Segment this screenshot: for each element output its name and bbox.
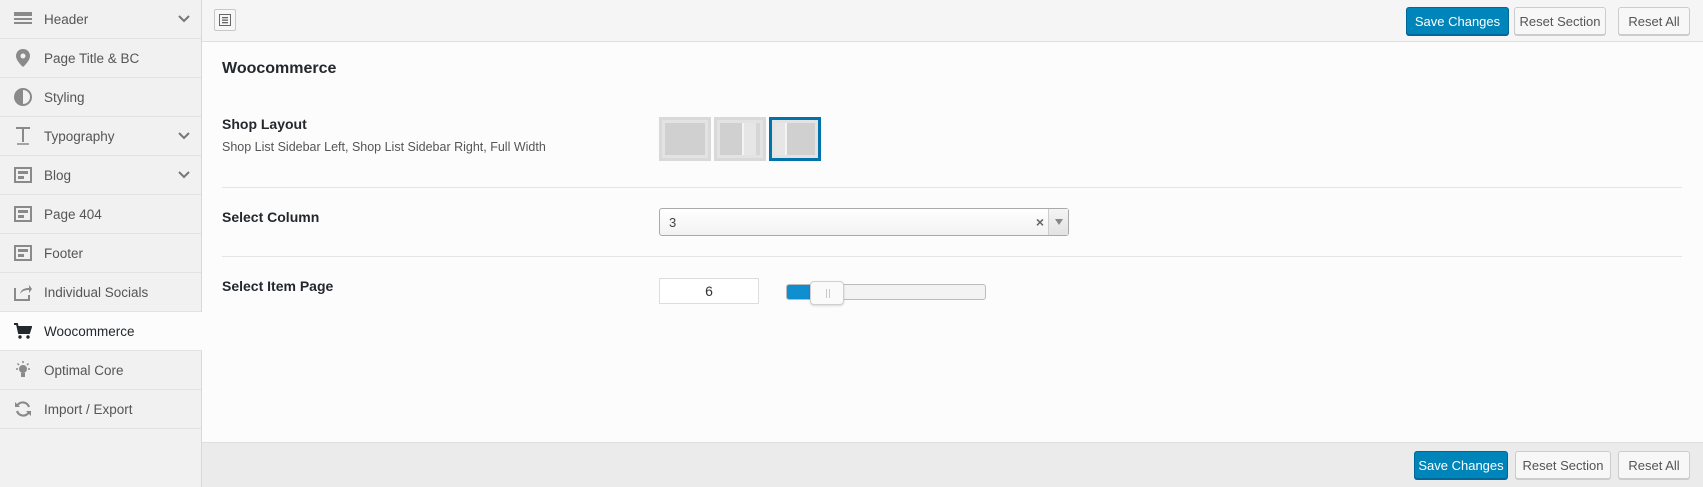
save-changes-button[interactable]: Save Changes	[1406, 7, 1509, 35]
reset-section-button[interactable]: Reset Section	[1514, 7, 1606, 35]
sidebar-item-import-export[interactable]: Import / Export	[0, 390, 201, 429]
location-pin-icon	[14, 49, 32, 67]
top-toolbar: Save Changes Reset Section Reset All	[202, 0, 1703, 42]
sidebar-item-individual-socials[interactable]: Individual Socials	[0, 273, 201, 312]
select-column-dropdown[interactable]: 3 ×	[659, 208, 1069, 236]
reset-section-button-bottom[interactable]: Reset Section	[1515, 451, 1611, 479]
expand-options-button[interactable]	[214, 9, 236, 31]
divider	[222, 187, 1682, 188]
save-changes-button-bottom[interactable]: Save Changes	[1414, 451, 1508, 479]
layout-icon	[14, 205, 32, 223]
sidebar-item-label: Woocommerce	[44, 323, 135, 339]
item-page-number-input[interactable]	[659, 278, 759, 304]
refresh-icon	[14, 400, 32, 418]
chevron-down-icon	[178, 132, 190, 140]
layout-icon	[14, 244, 32, 262]
dropdown-arrow-icon[interactable]	[1048, 209, 1068, 235]
sidebar-item-label: Footer	[44, 245, 84, 261]
sidebar-item-label: Page Title & BC	[44, 50, 140, 66]
sidebar-item-label: Import / Export	[44, 401, 133, 417]
lightbulb-icon	[14, 361, 32, 379]
sidebar-item-blog[interactable]: Blog	[0, 156, 201, 195]
sidebar-item-footer[interactable]: Footer	[0, 234, 201, 273]
sidebar-item-typography[interactable]: Typography	[0, 117, 201, 156]
slider-handle[interactable]	[809, 281, 844, 305]
text-t-icon	[14, 127, 32, 145]
chevron-down-icon	[178, 171, 190, 179]
sidebar-item-label: Typography	[44, 128, 115, 144]
layout-option-sidebar-right[interactable]	[714, 117, 766, 161]
sidebar-item-label: Styling	[44, 89, 85, 105]
select-column-value: 3	[669, 215, 677, 230]
shop-layout-description: Shop List Sidebar Left, Shop List Sideba…	[222, 140, 546, 154]
sidebar-item-woocommerce[interactable]: Woocommerce	[0, 312, 202, 351]
select-item-page-label: Select Item Page	[222, 278, 334, 294]
layout-option-full-width[interactable]	[769, 117, 821, 161]
sidebar-item-label: Blog	[44, 167, 72, 183]
select-column-label: Select Column	[222, 209, 320, 225]
settings-panel: Woocommerce Shop Layout Shop List Sideba…	[202, 42, 1703, 442]
sidebar-item-page-title[interactable]: Page Title & BC	[0, 39, 201, 78]
cart-icon	[14, 322, 32, 340]
sidebar-item-label: Optimal Core	[44, 362, 124, 378]
sidebar-item-header[interactable]: Header	[0, 0, 201, 39]
shop-layout-label: Shop Layout	[222, 116, 307, 132]
clear-icon[interactable]: ×	[1036, 214, 1044, 230]
bottom-toolbar: Save Changes Reset Section Reset All	[202, 442, 1703, 487]
chevron-down-icon	[178, 15, 190, 23]
panel-icon	[219, 14, 231, 26]
contrast-icon	[14, 88, 32, 106]
section-title: Woocommerce	[222, 60, 337, 77]
share-icon	[14, 283, 32, 301]
sidebar-item-label: Header	[44, 11, 89, 27]
sidebar-item-optimal-core[interactable]: Optimal Core	[0, 351, 201, 390]
sidebar-item-styling[interactable]: Styling	[0, 78, 201, 117]
sidebar-item-page-404[interactable]: Page 404	[0, 195, 201, 234]
layout-icon	[14, 166, 32, 184]
reset-all-button[interactable]: Reset All	[1618, 7, 1690, 35]
header-icon	[14, 10, 32, 28]
sidebar-item-label: Page 404	[44, 206, 102, 222]
sidebar-item-label: Individual Socials	[44, 284, 149, 300]
divider	[222, 256, 1682, 257]
layout-option-sidebar-left[interactable]	[659, 117, 711, 161]
reset-all-button-bottom[interactable]: Reset All	[1618, 451, 1690, 479]
item-page-slider[interactable]	[786, 281, 986, 305]
sidebar: Header Page Title & BC Styling Typograph…	[0, 0, 202, 487]
